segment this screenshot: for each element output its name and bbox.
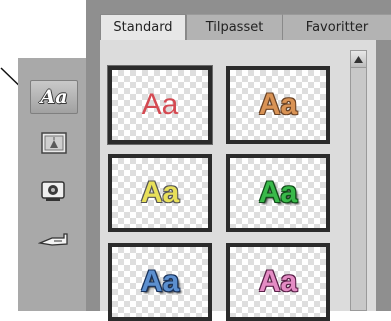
text-style-icon: Aa <box>40 86 68 108</box>
tool-sidebar: Aa <box>18 58 87 311</box>
camera-tool[interactable] <box>34 176 74 206</box>
style-thumbnail[interactable]: Aa <box>108 243 212 321</box>
style-panel: Standard Tilpasset Favoritter Aa Aa Aa A… <box>86 0 391 321</box>
style-sample-text: Aa <box>258 265 298 298</box>
style-thumbnail[interactable]: Aa <box>226 243 330 321</box>
style-gallery: Aa Aa Aa Aa Aa Aa <box>100 40 376 321</box>
arrow-up-icon <box>354 55 363 63</box>
hand-pointer-icon <box>38 233 68 246</box>
scroll-up-button[interactable] <box>351 51 366 68</box>
picture-icon <box>41 132 67 154</box>
image-tool[interactable] <box>34 128 74 158</box>
style-thumbnail[interactable]: Aa <box>226 154 330 232</box>
pointer-tool[interactable] <box>34 224 74 254</box>
style-thumbnail[interactable]: Aa <box>226 66 330 144</box>
style-sample-text: Aa <box>140 176 180 209</box>
style-sample-text: Aa <box>258 176 298 209</box>
tab-bar: Standard Tilpasset Favoritter <box>100 14 391 40</box>
style-sample-text: Aa <box>140 265 180 298</box>
style-sample-text: Aa <box>141 88 179 121</box>
tab-favoritter[interactable]: Favoritter <box>282 14 391 40</box>
tab-standard[interactable]: Standard <box>100 14 186 40</box>
camera-icon <box>41 181 65 201</box>
style-thumbnail[interactable]: Aa <box>108 66 212 144</box>
tab-tilpasset[interactable]: Tilpasset <box>186 14 282 40</box>
style-sample-text: Aa <box>258 88 298 121</box>
title-style-tool[interactable]: Aa <box>30 80 78 114</box>
style-thumbnail[interactable]: Aa <box>108 154 212 232</box>
vertical-scrollbar[interactable] <box>350 50 367 311</box>
